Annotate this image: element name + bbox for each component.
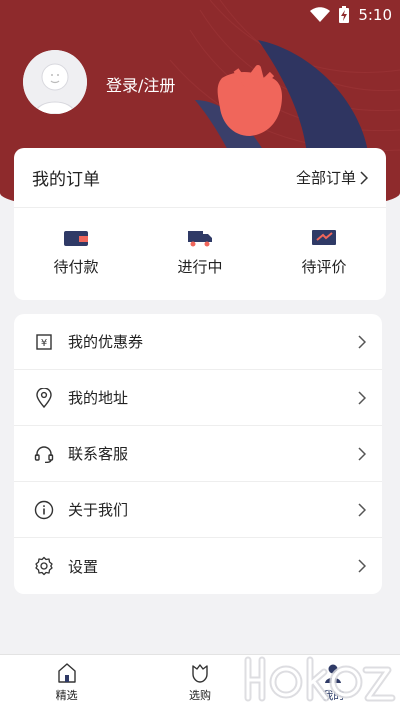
menu-card: ¥ 我的优惠券 我的地址 联系客服 关于我们 设置: [14, 314, 382, 594]
order-status-label: 待付款: [53, 258, 99, 276]
menu-item-label: 设置: [68, 557, 99, 576]
order-status-in-progress[interactable]: 进行中: [145, 228, 255, 277]
avatar[interactable]: [23, 50, 87, 114]
order-status-to-review[interactable]: 待评价: [269, 228, 379, 277]
status-bar: 5:10: [0, 0, 400, 30]
orders-card: 我的订单 全部订单 待付款 进行中 待评价: [14, 148, 386, 300]
order-status-label: 进行中: [177, 258, 223, 276]
battery-icon: [338, 6, 350, 24]
menu-item-label: 联系客服: [68, 445, 129, 463]
tab-label: 精选: [55, 689, 78, 702]
menu-item-address[interactable]: 我的地址: [14, 370, 382, 426]
order-status-pending-payment[interactable]: 待付款: [21, 228, 131, 277]
orders-title: 我的订单: [32, 170, 100, 190]
truck-icon: [188, 231, 212, 247]
order-status-row: 待付款 进行中 待评价: [14, 208, 386, 277]
headset-icon: [34, 444, 54, 464]
chevron-right-icon: [358, 502, 366, 517]
tab-label: 选购: [188, 689, 211, 702]
chevron-right-icon: [358, 446, 366, 461]
tulip-icon: [192, 664, 208, 683]
tab-featured[interactable]: 精选: [27, 655, 107, 710]
info-icon: [34, 500, 54, 520]
menu-item-label: 我的优惠券: [68, 333, 144, 351]
login-register-link[interactable]: 登录/注册: [106, 72, 175, 96]
wallet-icon: [64, 231, 88, 246]
menu-item-customer-service[interactable]: 联系客服: [14, 426, 382, 482]
home-icon: [57, 663, 76, 683]
chevron-right-icon: [358, 334, 366, 349]
status-time: 5:10: [358, 6, 392, 24]
avatar-face-icon: [23, 50, 87, 114]
menu-item-about-us[interactable]: 关于我们: [14, 482, 382, 538]
chevron-right-icon: [360, 170, 368, 185]
review-icon: [312, 230, 336, 245]
svg-text:¥: ¥: [41, 338, 47, 349]
wifi-icon: [310, 7, 331, 23]
bottom-tab-bar: 精选 选购 我的: [0, 654, 400, 710]
menu-item-coupons[interactable]: ¥ 我的优惠券: [14, 314, 382, 370]
gear-icon: [34, 556, 54, 576]
menu-item-label: 关于我们: [68, 501, 129, 519]
coupon-icon: ¥: [34, 332, 54, 352]
all-orders-link[interactable]: 全部订单: [296, 167, 368, 188]
tab-mine[interactable]: 我的: [293, 655, 373, 710]
all-orders-label: 全部订单: [295, 169, 356, 187]
menu-item-settings[interactable]: 设置: [14, 538, 382, 594]
person-icon: [325, 664, 342, 683]
tab-label: 我的: [322, 689, 345, 702]
orders-header: 我的订单 全部订单: [14, 148, 386, 208]
chevron-right-icon: [358, 559, 366, 573]
order-status-label: 待评价: [301, 258, 347, 276]
location-pin-icon: [34, 387, 54, 408]
tab-shop[interactable]: 选购: [160, 655, 240, 710]
chevron-right-icon: [358, 390, 366, 405]
menu-item-label: 我的地址: [68, 389, 129, 407]
